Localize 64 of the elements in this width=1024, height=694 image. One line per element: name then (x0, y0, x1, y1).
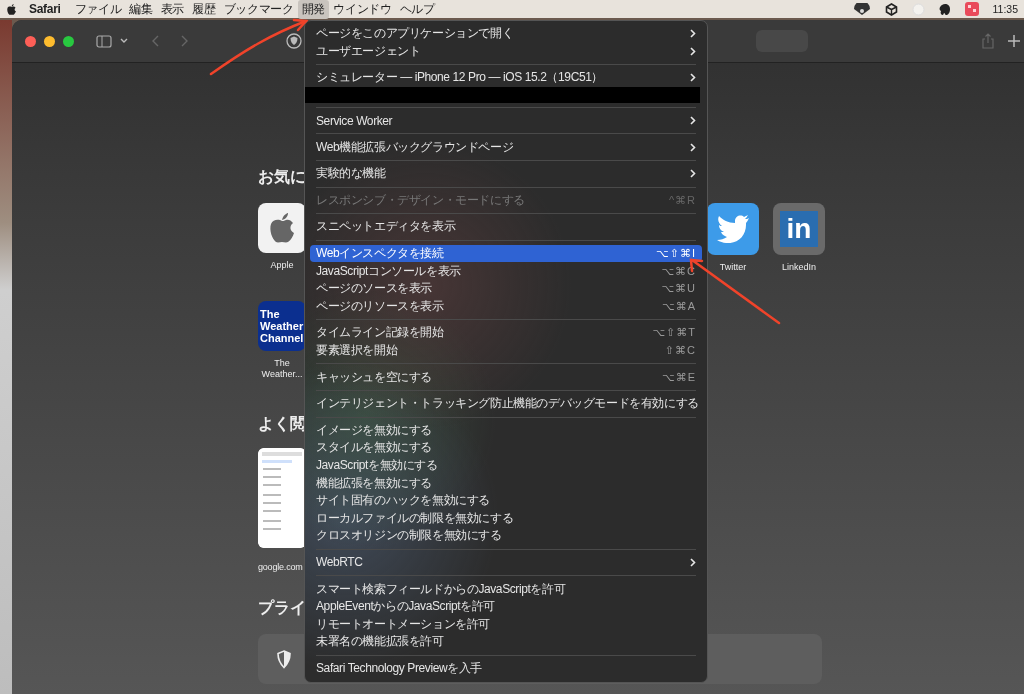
menu-item[interactable]: シミュレーター — iPhone 12 Pro — iOS 15.2（19C51） (310, 69, 702, 87)
menu-bar-item[interactable]: 編集 (125, 0, 157, 19)
tile-label: The Weather... (260, 358, 304, 380)
chevron-down-icon[interactable] (120, 38, 128, 44)
menu-item[interactable]: 機能拡張を無効にする (310, 474, 702, 492)
menu-item[interactable]: タイムライン記録を開始 ⌥⇧⌘T (310, 324, 702, 342)
menu-item[interactable]: ローカルファイルの制限を無効にする (310, 509, 702, 528)
app-icon[interactable] (964, 2, 979, 16)
cube-icon[interactable] (884, 2, 898, 16)
minimize-button[interactable] (44, 35, 55, 47)
menu-item[interactable]: イメージを無効にする (310, 421, 702, 440)
menu-item[interactable]: インテリジェント・トラッキング防止機能のデバッグモードを有効にする (310, 394, 702, 413)
menu-item[interactable]: スマート検索フィールドからのJavaScriptを許可 (310, 580, 702, 598)
menu-bar-item[interactable]: ブックマーク (219, 0, 298, 19)
menu-item[interactable]: WebRTC (310, 553, 702, 572)
menu-item[interactable]: キャッシュを空にする ⌥⌘E (310, 368, 702, 386)
linkedin-tile[interactable]: in (773, 203, 825, 255)
new-tab-icon[interactable] (1008, 35, 1020, 47)
zoom-button[interactable] (63, 35, 74, 47)
menu-item[interactable]: JavaScriptを無効にする (310, 456, 702, 475)
apple-tile[interactable] (258, 203, 306, 253)
menu-item[interactable]: ユーザエージェント (310, 42, 702, 61)
shield-icon[interactable] (286, 33, 302, 49)
menu-bar-item[interactable]: ファイル (70, 0, 126, 19)
close-button[interactable] (25, 35, 36, 47)
menu-item[interactable]: ページをこのアプリケーションで開く (310, 25, 702, 43)
clock: 11:35 (992, 3, 1018, 15)
sidebar-icon[interactable] (96, 34, 112, 48)
menu-bar-item[interactable]: 表示 (156, 0, 189, 19)
apple-menu-icon[interactable] (6, 2, 17, 16)
menu-item[interactable]: サイト固有のハックを無効にする (310, 491, 702, 510)
menu-item[interactable]: JavaScriptコンソールを表示 ⌥⌘C (310, 262, 702, 280)
tile-label: google.com (258, 562, 303, 572)
tile-label: LinkedIn (781, 262, 817, 273)
menu-item[interactable]: ページのリソースを表示 ⌥⌘A (310, 297, 702, 316)
shield-icon (276, 649, 292, 669)
menu-bar-item[interactable]: 履歴 (188, 0, 220, 19)
apple-logo-icon (267, 211, 297, 245)
tile-label: Apple (269, 260, 295, 271)
twitter-tile[interactable] (707, 203, 759, 255)
bird-icon (716, 215, 750, 243)
menu-item[interactable]: スタイルを無効にする (310, 439, 702, 457)
tile-logo-text: in (780, 211, 818, 247)
menu-item[interactable]: Safari Technology Previewを入手 (310, 659, 702, 678)
menu-bar-item[interactable]: 開発 (297, 0, 330, 19)
menu-item[interactable]: 未署名の機能拡張を許可 (310, 633, 702, 651)
menu-item[interactable]: AppleEventからのJavaScriptを許可 (310, 597, 702, 616)
menu-item[interactable]: Web機能拡張バックグラウンドページ (310, 138, 702, 156)
menu-item[interactable]: Webインスペクタを接続 ⌥⇧⌘I (310, 244, 702, 263)
menu-item[interactable]: リモートオートメーションを許可 (310, 615, 702, 634)
menu-item[interactable]: ページのソースを表示 ⌥⌘U (310, 279, 702, 298)
menu-item[interactable]: 実験的な機能 (310, 164, 702, 183)
menu-item[interactable]: 要素選択を開始 ⇧⌘C (310, 341, 702, 360)
menu-bar-item[interactable]: ヘルプ (395, 0, 439, 19)
section-heading: プライ (258, 598, 306, 618)
menu-bar-item[interactable]: ウインドウ (329, 0, 396, 19)
section-heading: お気に (258, 167, 306, 187)
menu-item[interactable]: Service Worker (310, 111, 702, 130)
weather-tile[interactable]: The Weather Channel (258, 301, 306, 351)
menu-bar-item[interactable]: Safari (17, 0, 71, 18)
menu-item[interactable]: スニペットエディタを表示 (310, 218, 702, 236)
menu-item[interactable]: クロスオリジンの制限を無効にする (310, 527, 702, 545)
page-thumbnail-drawing[interactable] (258, 448, 306, 548)
tile-label: Twitter (718, 262, 748, 273)
